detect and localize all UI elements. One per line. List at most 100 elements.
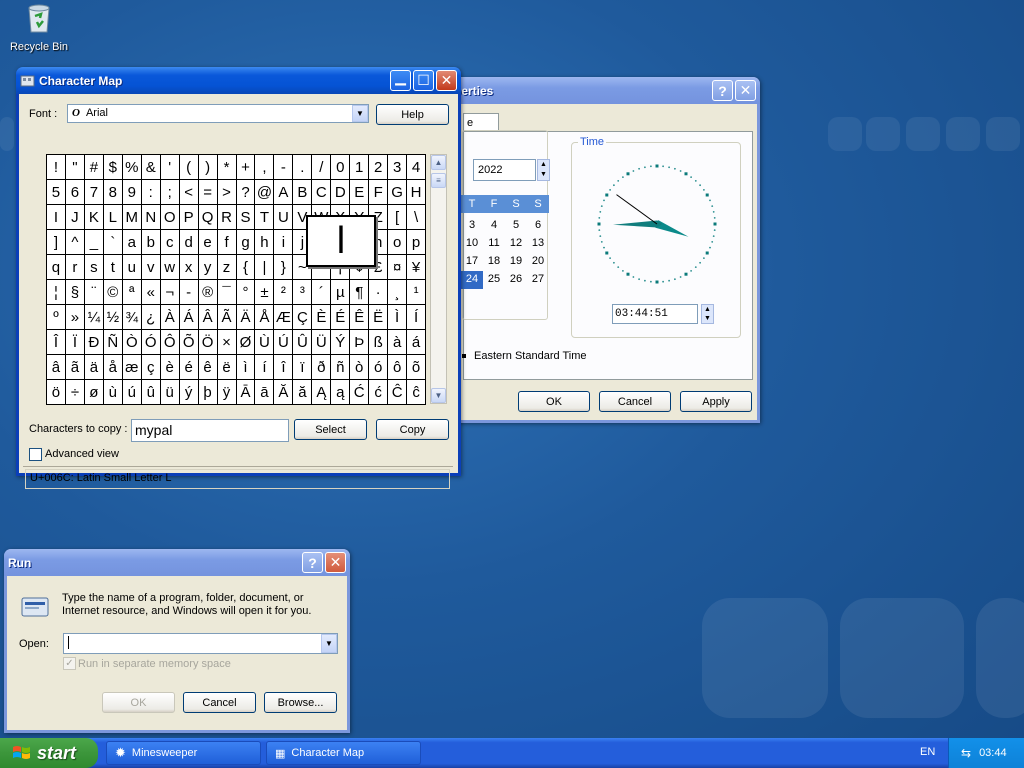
character-cell[interactable]: ð <box>312 355 332 380</box>
character-cell[interactable]: ® <box>198 280 218 305</box>
character-cell[interactable]: o <box>388 230 408 255</box>
character-cell[interactable]: N <box>141 205 161 230</box>
character-cell[interactable]: 4 <box>407 155 427 180</box>
character-cell[interactable]: \ <box>407 205 427 230</box>
character-cell[interactable]: Ĉ <box>388 380 408 405</box>
character-cell[interactable]: ^ <box>65 230 85 255</box>
character-cell[interactable]: ? <box>236 180 256 205</box>
character-cell[interactable]: } <box>274 255 294 280</box>
character-cell[interactable]: Ò <box>122 330 142 355</box>
character-cell[interactable]: ½ <box>103 305 123 330</box>
character-cell[interactable]: Ā <box>236 380 256 405</box>
scroll-thumb[interactable]: ≡ <box>431 173 446 188</box>
character-cell[interactable]: ¬ <box>160 280 180 305</box>
minimize-icon[interactable]: ▁ <box>390 69 411 91</box>
character-cell[interactable]: ` <box>103 230 123 255</box>
character-cell[interactable]: ' <box>160 155 180 180</box>
calendar-day[interactable]: 6 <box>527 217 549 235</box>
character-cell[interactable]: ¸ <box>388 280 408 305</box>
calendar-day[interactable]: 17 <box>461 253 483 271</box>
character-cell[interactable]: A <box>274 180 294 205</box>
character-cell[interactable]: Õ <box>179 330 199 355</box>
character-cell[interactable]: ø <box>84 380 104 405</box>
select-button[interactable]: Select <box>294 419 367 440</box>
character-cell[interactable]: ù <box>103 380 123 405</box>
grid-scrollbar[interactable]: ▲ ≡ ▼ <box>430 154 447 404</box>
character-cell[interactable]: È <box>312 305 332 330</box>
taskbar-clock[interactable]: 03:44 <box>979 747 1007 759</box>
character-cell[interactable]: c <box>160 230 180 255</box>
year-spinner[interactable]: 2022 <box>473 159 536 181</box>
character-cell[interactable]: < <box>179 180 199 205</box>
font-dropdown[interactable]: O Arial ▼ <box>67 104 369 123</box>
taskbar-item-minesweeper[interactable]: ✹ Minesweeper <box>106 741 261 765</box>
copy-button[interactable]: Copy <box>376 419 449 440</box>
character-cell[interactable]: ª <box>122 280 142 305</box>
character-cell[interactable]: Ú <box>274 330 294 355</box>
maximize-icon[interactable]: ☐ <box>413 70 434 91</box>
character-cell[interactable]: Ý <box>331 330 351 355</box>
character-cell[interactable]: ò <box>350 355 370 380</box>
character-cell[interactable]: Ù <box>255 330 275 355</box>
character-cell[interactable]: ¤ <box>388 255 408 280</box>
character-cell[interactable]: , <box>255 155 275 180</box>
character-cell[interactable]: á <box>407 330 427 355</box>
character-cell[interactable]: Ã <box>217 305 237 330</box>
calendar-day[interactable]: 5 <box>505 217 527 235</box>
character-cell[interactable]: Û <box>293 330 313 355</box>
character-cell[interactable]: ¦ <box>47 280 66 305</box>
character-cell[interactable]: é <box>179 355 199 380</box>
calendar-day[interactable]: 3 <box>461 217 483 235</box>
character-cell[interactable]: Ç <box>293 305 313 330</box>
character-cell[interactable]: Ö <box>198 330 218 355</box>
character-cell[interactable]: 9 <box>122 180 142 205</box>
character-cell[interactable]: ã <box>65 355 85 380</box>
character-cell[interactable]: C <box>312 180 332 205</box>
character-cell[interactable]: Ñ <box>103 330 123 355</box>
character-cell[interactable]: ĉ <box>407 380 427 405</box>
character-cell[interactable]: Â <box>198 305 218 330</box>
character-cell[interactable]: I <box>47 205 66 230</box>
character-cell[interactable]: » <box>65 305 85 330</box>
character-cell[interactable]: ë <box>217 355 237 380</box>
character-cell[interactable]: t <box>103 255 123 280</box>
character-cell[interactable]: ö <box>47 380 66 405</box>
character-cell[interactable]: ¼ <box>84 305 104 330</box>
datetime-titlebar[interactable]: perties ? ✕ <box>440 77 760 104</box>
character-cell[interactable]: D <box>331 180 351 205</box>
character-cell[interactable]: z <box>217 255 237 280</box>
calendar-day[interactable]: 11 <box>483 235 505 253</box>
close-icon[interactable]: ✕ <box>436 70 457 91</box>
character-cell[interactable]: ] <box>47 230 66 255</box>
character-cell[interactable]: ý <box>179 380 199 405</box>
character-cell[interactable]: ß <box>369 330 389 355</box>
character-cell[interactable]: ¾ <box>122 305 142 330</box>
character-cell[interactable]: b <box>141 230 161 255</box>
character-cell[interactable]: Å <box>255 305 275 330</box>
calendar-day[interactable]: 4 <box>483 217 505 235</box>
character-cell[interactable]: Þ <box>350 330 370 355</box>
character-cell[interactable]: F <box>369 180 389 205</box>
time-spin-buttons[interactable]: ▲ ▼ <box>701 304 714 324</box>
character-cell[interactable]: 7 <box>84 180 104 205</box>
character-cell[interactable]: ä <box>84 355 104 380</box>
network-tray-icon[interactable]: ⇆ <box>961 746 971 760</box>
character-cell[interactable]: v <box>141 255 161 280</box>
character-cell[interactable]: ² <box>274 280 294 305</box>
character-cell[interactable]: - <box>179 280 199 305</box>
character-cell[interactable]: 8 <box>103 180 123 205</box>
character-cell[interactable]: î <box>274 355 294 380</box>
taskbar-item-character-map[interactable]: ▦ Character Map <box>266 741 421 765</box>
character-cell[interactable]: ă <box>293 380 313 405</box>
character-cell[interactable]: Ì <box>388 305 408 330</box>
character-cell[interactable]: É <box>331 305 351 330</box>
character-cell[interactable]: û <box>141 380 161 405</box>
character-cell[interactable]: [ <box>388 205 408 230</box>
character-cell[interactable]: ñ <box>331 355 351 380</box>
character-cell[interactable]: í <box>255 355 275 380</box>
chars-to-copy-input[interactable]: mypal <box>131 419 289 442</box>
character-cell[interactable]: r <box>65 255 85 280</box>
character-cell[interactable]: ç <box>141 355 161 380</box>
character-cell[interactable]: R <box>217 205 237 230</box>
calendar-day[interactable]: 10 <box>461 235 483 253</box>
